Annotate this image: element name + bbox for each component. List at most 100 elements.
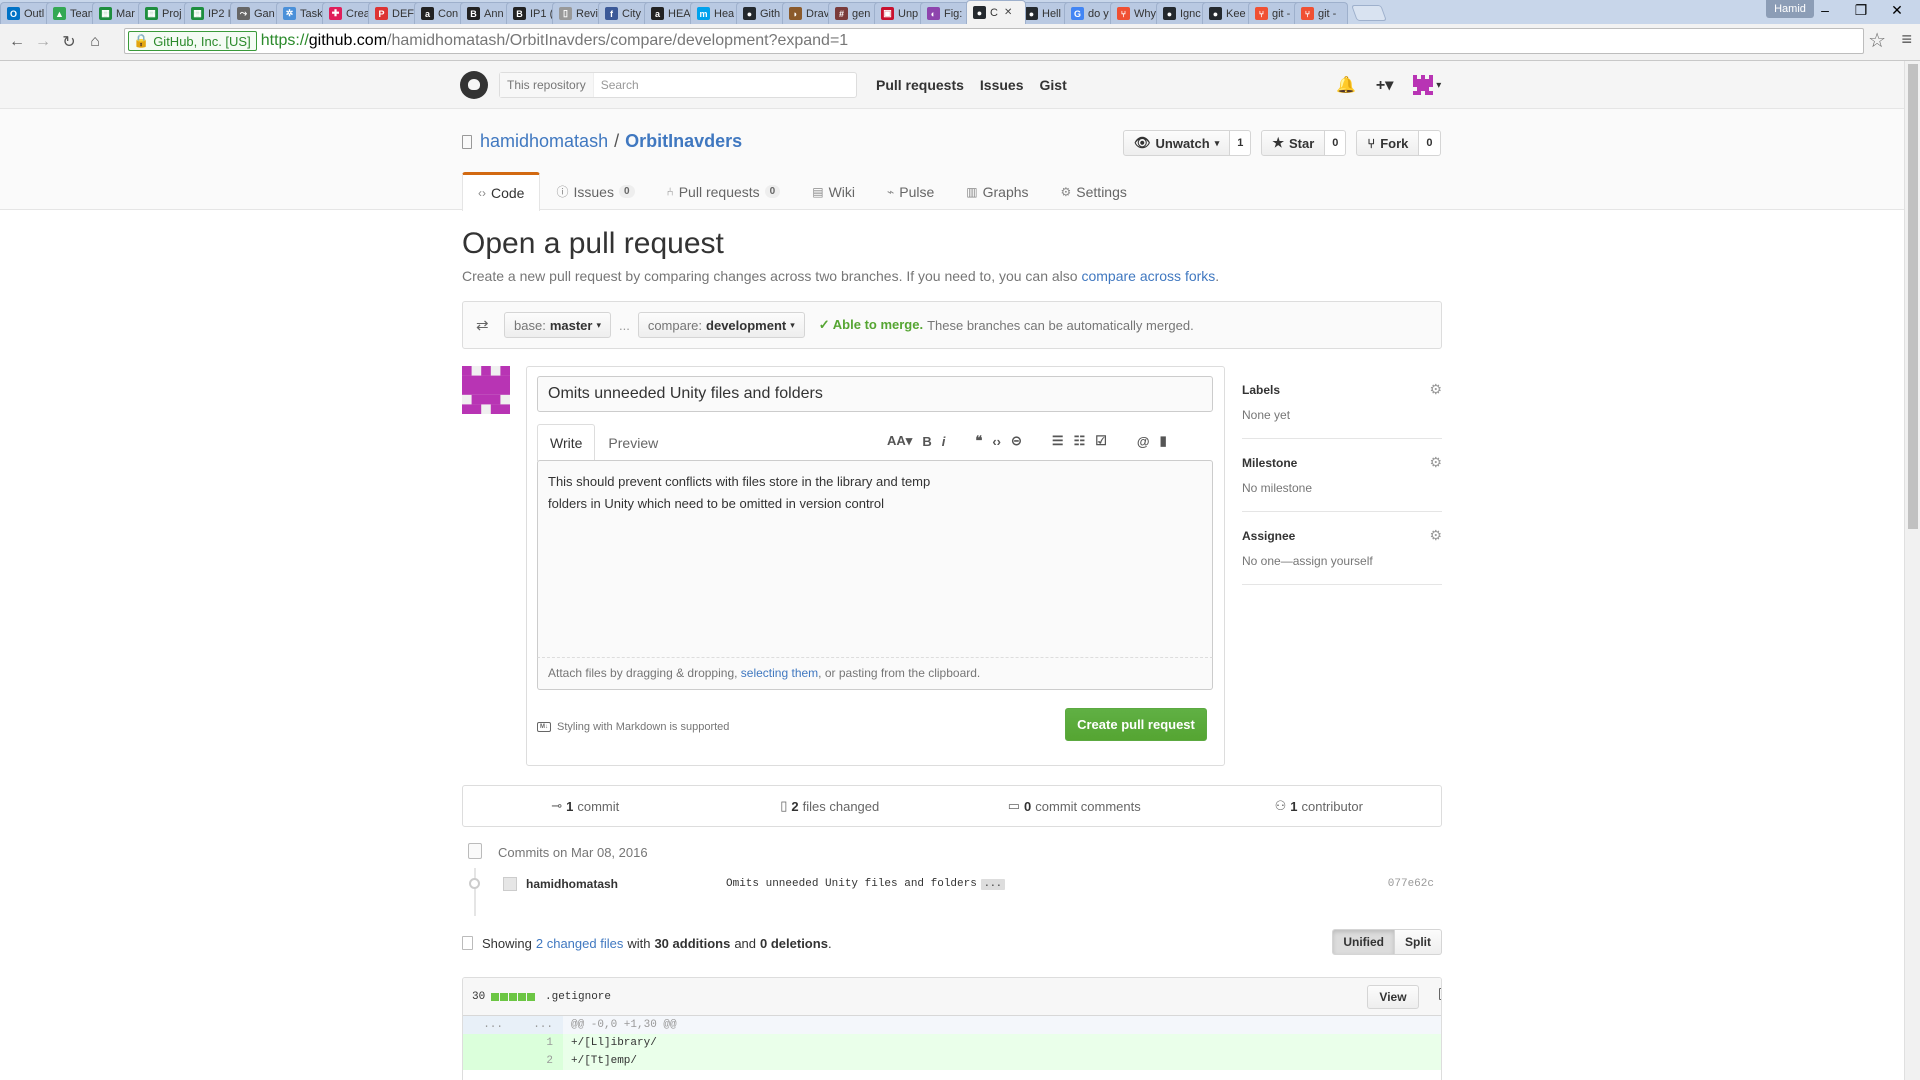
commit-comments-tab[interactable]: ▭ 0 commit comments <box>952 786 1197 826</box>
tab-write[interactable]: Write <box>537 424 596 461</box>
search-scope-label: This repository <box>500 73 594 97</box>
scrollbar-thumb[interactable] <box>1908 64 1918 529</box>
tab-pull-requests[interactable]: ⑃ Pull requests 0 <box>651 172 797 210</box>
close-window-icon[interactable]: ✕ <box>1882 2 1912 19</box>
fork-button[interactable]: ⑂ Fork <box>1356 130 1420 156</box>
select-files-link[interactable]: selecting them <box>741 666 818 680</box>
compare-across-forks-link[interactable]: compare across forks <box>1081 268 1215 284</box>
comments-count: 0 <box>1024 798 1032 814</box>
plus-dropdown-icon[interactable]: +▾ <box>1376 75 1393 95</box>
bulleted-list-icon[interactable]: ☰ <box>1052 433 1064 449</box>
view-file-button[interactable]: View <box>1367 985 1419 1009</box>
forks-count[interactable]: 0 <box>1419 130 1441 156</box>
contributors-count: 1 <box>1290 798 1298 814</box>
close-tab-icon[interactable]: ✕ <box>1004 7 1012 18</box>
tab-pulse[interactable]: ⌁ Pulse <box>871 172 950 210</box>
watchers-count[interactable]: 1 <box>1230 130 1252 156</box>
markdown-help[interactable]: M↓ Styling with Markdown is supported <box>537 721 729 733</box>
nav-pull-requests[interactable]: Pull requests <box>876 77 964 93</box>
repo-owner-link[interactable]: hamidhomatash <box>480 131 608 152</box>
gear-icon[interactable]: ⚙ <box>1429 454 1442 471</box>
files-with: with <box>627 935 651 951</box>
vertical-scrollbar[interactable] <box>1904 61 1920 1080</box>
stars-count[interactable]: 0 <box>1325 130 1347 156</box>
commit-author[interactable]: hamidhomatash <box>526 877 618 891</box>
contributors-tab[interactable]: ⚇ 1 contributor <box>1197 786 1442 826</box>
compare-branch-select[interactable]: compare: development ▾ <box>637 312 805 338</box>
back-icon[interactable]: ← <box>4 33 30 51</box>
star-button[interactable]: ★ Star <box>1261 130 1326 156</box>
new-line-number[interactable]: 1 <box>513 1034 563 1052</box>
file-attach-area[interactable]: Attach files by dragging & dropping, sel… <box>537 657 1213 690</box>
expand-message-button[interactable]: ... <box>980 879 1005 890</box>
reload-icon[interactable]: ↻ <box>56 32 82 52</box>
old-line-number[interactable] <box>463 1034 513 1052</box>
address-bar[interactable]: 🔒 GitHub, Inc. [US] https://github.com/h… <box>124 28 1864 54</box>
bookmark-star-icon[interactable]: ☆ <box>1868 28 1886 53</box>
restore-icon[interactable]: ❐ <box>1846 2 1876 19</box>
new-line-number[interactable]: ... <box>513 1016 563 1034</box>
tab-preview[interactable]: Preview <box>595 424 671 460</box>
minimize-icon[interactable]: – <box>1810 2 1840 18</box>
browser-tab[interactable]: ⑂ git - <box>1294 2 1348 24</box>
search-input[interactable]: This repository Search <box>499 72 857 98</box>
browser-tab-label: Con <box>438 7 459 20</box>
pr-body-textarea[interactable]: This should prevent conflicts with files… <box>537 460 1213 658</box>
bookmark-icon[interactable]: ▮ <box>1160 433 1167 449</box>
bell-icon[interactable]: 🔔 <box>1336 75 1356 95</box>
browser-tab-label: Ann <box>484 7 504 20</box>
text-size-icon[interactable]: AA▾ <box>887 433 912 449</box>
browser-profile-button[interactable]: Hamid <box>1766 0 1814 18</box>
quote-icon[interactable]: ❝ <box>975 433 982 449</box>
nav-issues[interactable]: Issues <box>980 77 1024 93</box>
editor-tabs: Write Preview <box>537 424 671 461</box>
bold-icon[interactable]: B <box>922 434 931 449</box>
file-name[interactable]: .getignore <box>545 991 611 1003</box>
forward-icon[interactable]: → <box>30 33 56 51</box>
home-icon[interactable]: ⌂ <box>82 33 108 51</box>
gear-icon[interactable]: ⚙ <box>1429 381 1442 398</box>
files-and: and <box>734 935 757 951</box>
user-avatar-menu[interactable]: ▾ <box>1413 75 1441 95</box>
gear-icon[interactable]: ⚙ <box>1429 527 1442 544</box>
github-logo-icon[interactable] <box>460 71 488 99</box>
tab-issues[interactable]: ⓘ Issues 0 <box>540 172 650 210</box>
git-compare-icon: ⇄ <box>476 317 489 334</box>
secure-badge[interactable]: 🔒 GitHub, Inc. [US] <box>128 31 257 51</box>
avatar[interactable] <box>503 877 517 891</box>
numbered-list-icon[interactable]: ☷ <box>1074 433 1086 449</box>
base-branch-select[interactable]: base: master ▾ <box>504 312 611 338</box>
commit-sha[interactable]: 077e62c <box>1388 878 1434 890</box>
browser-tab[interactable]: ● C ✕ <box>966 0 1026 24</box>
code-icon[interactable]: ‹› <box>992 434 1001 449</box>
italic-icon[interactable]: i <box>942 434 946 449</box>
fork-icon: ⑂ <box>1367 135 1376 151</box>
pr-title-input[interactable]: Omits unneeded Unity files and folders <box>537 376 1213 412</box>
avatar[interactable] <box>462 366 510 414</box>
tab-graphs[interactable]: ▥ Graphs <box>950 172 1044 210</box>
repo-name-link[interactable]: OrbitInavders <box>625 131 742 152</box>
new-tab-button[interactable] <box>1351 5 1387 21</box>
changed-files-link[interactable]: 2 changed files <box>536 936 623 951</box>
nav-gist[interactable]: Gist <box>1040 77 1067 93</box>
display-rich-icon[interactable] <box>1439 988 1441 1000</box>
link-icon[interactable]: ⊝ <box>1011 433 1022 449</box>
old-line-number[interactable]: ... <box>463 1016 513 1034</box>
old-line-number[interactable] <box>463 1052 513 1070</box>
new-line-number[interactable]: 2 <box>513 1052 563 1070</box>
unwatch-button[interactable]: 👁 Unwatch ▾ <box>1123 130 1231 156</box>
tab-code[interactable]: ‹› Code <box>462 172 541 211</box>
files-changed-tab[interactable]: ▯ 2 files changed <box>708 786 953 826</box>
tab-wiki[interactable]: ▤ Wiki <box>796 172 871 210</box>
commit-message-link[interactable]: Omits unneeded Unity files and folders <box>726 878 977 890</box>
mention-icon[interactable]: @ <box>1137 434 1150 449</box>
split-button[interactable]: Split <box>1395 929 1442 955</box>
chevron-down-icon: ▾ <box>1214 137 1220 148</box>
task-list-icon[interactable]: ☑ <box>1095 433 1107 449</box>
unified-button[interactable]: Unified <box>1332 929 1395 955</box>
commits-tab[interactable]: ⊸ 1 commit <box>463 786 708 826</box>
create-pull-request-button[interactable]: Create pull request <box>1065 708 1207 741</box>
pr-body-line: This should prevent conflicts with files… <box>548 474 931 489</box>
browser-menu-icon[interactable]: ≡ <box>1901 29 1912 50</box>
tab-settings[interactable]: ⚙ Settings <box>1045 172 1143 210</box>
